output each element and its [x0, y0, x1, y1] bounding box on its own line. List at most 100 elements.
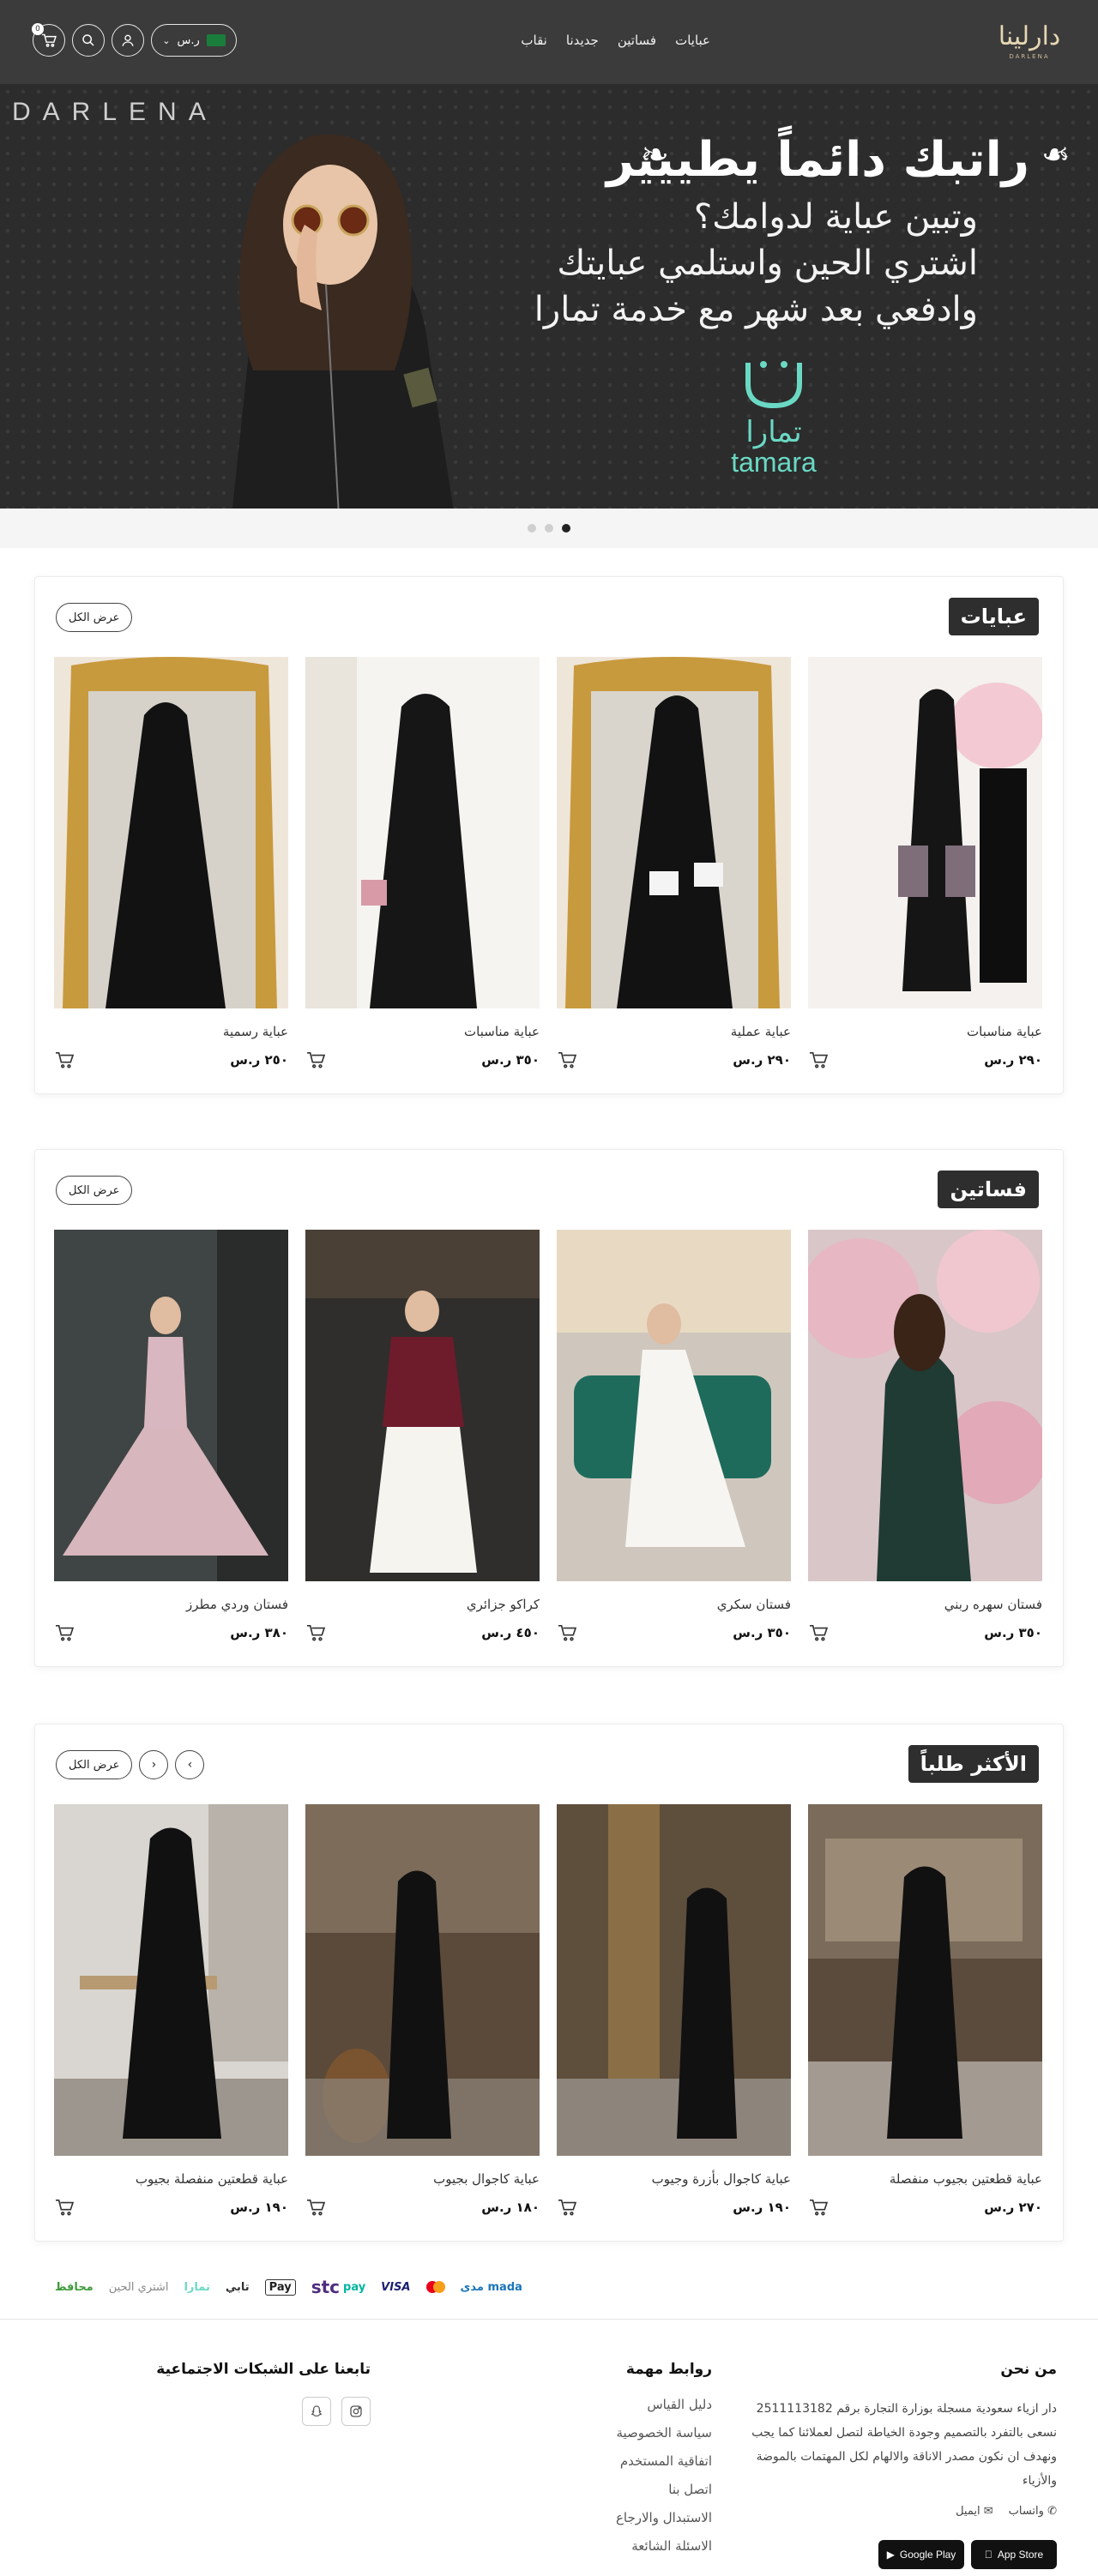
footer-link[interactable]: دليل القياس: [616, 2397, 712, 2412]
product-name[interactable]: عباية قطعتين منفصلة بجيوب: [54, 2171, 288, 2187]
section-actions: عرض الكل: [56, 603, 133, 632]
footer-link[interactable]: الاستبدال والارجاع: [616, 2510, 712, 2525]
product-bottom: ٤٥٠ ر.س: [305, 1624, 540, 1641]
product-image[interactable]: [557, 1230, 791, 1581]
product-name[interactable]: فستان سكري: [557, 1597, 791, 1612]
add-to-cart-icon[interactable]: [305, 1051, 326, 1068]
slider-dot-2[interactable]: [545, 524, 553, 533]
add-to-cart-icon[interactable]: [54, 1051, 75, 1068]
product-card[interactable]: فستان سهره ربني ٣٥٠ ر.س: [799, 1230, 1048, 1641]
product-name[interactable]: عباية عملية: [557, 1024, 791, 1039]
product-card[interactable]: فستان سكري ٣٥٠ ر.س: [557, 1230, 791, 1641]
saudi-flag-icon: [206, 34, 226, 46]
cart-button[interactable]: 0: [32, 23, 65, 57]
footer-social: تابعنا على الشبكات الاجتماعية: [156, 2361, 371, 2426]
add-to-cart-icon[interactable]: [54, 2199, 75, 2216]
product-card[interactable]: عباية قطعتين بجيوب منفصلة ٢٧٠ ر.س: [808, 1804, 1042, 2216]
product-bottom: ٣٥٠ ر.س: [808, 1624, 1042, 1641]
mastercard-logo: [425, 2281, 445, 2293]
view-all-button[interactable]: عرض الكل: [56, 1176, 133, 1205]
mail-icon: ✉: [983, 2505, 993, 2518]
product-name[interactable]: كراكو جزائري: [305, 1597, 540, 1612]
product-image[interactable]: [557, 657, 791, 1008]
whatsapp-link[interactable]: ✆ واتساب: [1009, 2505, 1057, 2518]
snapchat-button[interactable]: [302, 2397, 331, 2426]
product-image[interactable]: [54, 1230, 288, 1581]
email-link[interactable]: ✉ ايميل: [956, 2505, 993, 2518]
footer-link[interactable]: الاسئلة الشائعة: [616, 2538, 712, 2554]
apple-pay-logo: Pay: [264, 2278, 296, 2296]
add-to-cart-icon[interactable]: [808, 1051, 829, 1068]
visa-logo: VISA: [381, 2280, 411, 2294]
product-image[interactable]: [305, 657, 540, 1008]
product-image[interactable]: [54, 1804, 288, 2156]
product-card[interactable]: عباية عملية ٢٩٠ ر.س: [557, 657, 791, 1068]
instagram-button[interactable]: [341, 2397, 371, 2426]
product-card[interactable]: عباية قطعتين منفصلة بجيوب ١٩٠ ر.س: [54, 1804, 288, 2216]
product-name[interactable]: عباية مناسبات: [305, 1024, 540, 1039]
product-name[interactable]: فستان سهره ربني: [808, 1597, 1042, 1612]
carousel-next-button[interactable]: ›: [139, 1750, 169, 1779]
hero-model-image: [232, 134, 454, 509]
product-image[interactable]: [305, 1230, 540, 1581]
dresses-section: فساتين عرض الكل فستان سهره ربني ٣٥٠ ر.س …: [34, 1149, 1064, 1667]
slider-dot-1[interactable]: [528, 524, 536, 533]
product-card[interactable]: كراكو جزائري ٤٥٠ ر.س: [305, 1230, 540, 1641]
product-image[interactable]: [799, 1230, 1048, 1581]
add-to-cart-icon[interactable]: [557, 1051, 577, 1068]
add-to-cart-icon[interactable]: [808, 1624, 829, 1641]
footer-about: من نحن دار ازياء سعودية مسجلة بوزارة الت…: [731, 2361, 1057, 2569]
product-name[interactable]: عباية كاجوال بجيوب: [305, 2171, 540, 2187]
account-button[interactable]: [112, 24, 144, 57]
product-card[interactable]: عباية مناسبات ٢٩٠ ر.س: [808, 657, 1044, 1068]
product-image[interactable]: [557, 1804, 791, 2156]
cart-count-badge: 0: [32, 23, 44, 35]
hero-line-1: وتبين عباية لدوامك؟: [693, 197, 978, 237]
product-image[interactable]: [305, 1804, 540, 2156]
add-to-cart-icon[interactable]: [54, 1624, 75, 1641]
cart-icon: [42, 33, 57, 47]
footer-link[interactable]: اتفاقية المستخدم: [616, 2453, 712, 2469]
google-play-badge[interactable]: ▶ Google Play: [878, 2540, 964, 2569]
product-name[interactable]: عباية قطعتين بجيوب منفصلة: [808, 2171, 1042, 2187]
product-price: ٣٥٠ ر.س: [481, 1052, 540, 1068]
product-image[interactable]: [808, 1804, 1042, 2156]
add-to-cart-icon[interactable]: [557, 2199, 577, 2216]
slider-dot-3[interactable]: [562, 524, 570, 533]
tamara-pay-logo: تمارا: [184, 2280, 210, 2294]
stc-pay-logo: stc: [311, 2277, 341, 2297]
product-card[interactable]: عباية رسمية ٢٥٠ ر.س: [54, 657, 288, 1068]
nav-link-dresses[interactable]: فساتين: [618, 33, 656, 48]
view-all-button[interactable]: عرض الكل: [56, 603, 133, 632]
product-card[interactable]: عباية كاجوال بجيوب ١٨٠ ر.س: [305, 1804, 540, 2216]
add-to-cart-icon[interactable]: [305, 2199, 326, 2216]
snapchat-icon: [311, 2405, 323, 2417]
product-name[interactable]: فستان وردي مطرز: [54, 1597, 288, 1612]
search-icon: [82, 34, 94, 46]
nav-link-niqab[interactable]: نقاب: [521, 33, 546, 48]
product-card[interactable]: عباية مناسبات ٣٥٠ ر.س: [305, 657, 540, 1068]
footer-link[interactable]: اتصل بنا: [616, 2482, 712, 2497]
app-store-badge[interactable]: App Store: [971, 2540, 1057, 2569]
nav-link-abayas[interactable]: عبايات: [675, 33, 710, 48]
carousel-prev-button[interactable]: ‹: [175, 1750, 205, 1779]
add-to-cart-icon[interactable]: [808, 2199, 829, 2216]
product-card[interactable]: فستان وردي مطرز ٣٨٠ ر.س: [54, 1230, 288, 1641]
search-button[interactable]: [72, 24, 105, 57]
product-image[interactable]: [54, 657, 288, 1008]
product-image[interactable]: [808, 657, 1044, 1008]
store-logo[interactable]: دارلينا DARLENA: [998, 12, 1061, 72]
product-name[interactable]: عباية كاجوال بأزرة وجيوب: [557, 2171, 791, 2187]
add-to-cart-icon[interactable]: [305, 1624, 326, 1641]
section-title: عبايات: [948, 598, 1039, 635]
product-name[interactable]: عباية مناسبات: [808, 1024, 1042, 1039]
footer-link[interactable]: سياسة الخصوصية: [616, 2425, 712, 2441]
nav-link-new[interactable]: جديدنا: [566, 33, 599, 48]
add-to-cart-icon[interactable]: [557, 1624, 577, 1641]
hero-banner[interactable]: DARLENA ❧ راتبك دائماً يطييير ❧ وتبين عب…: [0, 84, 1098, 509]
currency-selector[interactable]: ⌄ ر.س: [151, 24, 237, 57]
view-all-button[interactable]: عرض الكل: [56, 1750, 133, 1779]
product-card[interactable]: عباية كاجوال بأزرة وجيوب ١٩٠ ر.س: [557, 1804, 791, 2216]
product-name[interactable]: عباية رسمية: [54, 1024, 288, 1039]
tamara-mark-icon: [745, 361, 802, 409]
